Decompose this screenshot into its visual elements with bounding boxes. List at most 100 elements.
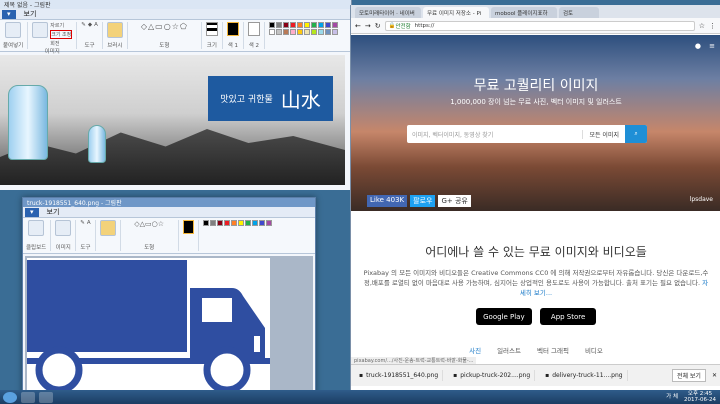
resize-button[interactable]: 크기 조정	[50, 30, 73, 39]
text2-icon[interactable]: A	[87, 220, 91, 226]
paint2-canvas[interactable]	[25, 256, 313, 394]
crop-button[interactable]: 자르기	[50, 22, 72, 29]
shapes-gallery[interactable]: ◇△▭○☆⬠	[141, 22, 188, 31]
shapes2-gallery[interactable]: ◇△▭○☆	[134, 220, 164, 228]
browser-tab[interactable]: 검토	[559, 7, 599, 18]
swatch[interactable]	[216, 220, 223, 226]
color2-button[interactable]	[247, 22, 260, 36]
swatch[interactable]	[268, 22, 275, 28]
swatch[interactable]	[209, 220, 216, 226]
browser-tab[interactable]: mobool 플레이지표하	[491, 7, 557, 18]
url-secure-label: 안전함	[395, 23, 411, 30]
brushes-button[interactable]	[106, 22, 123, 38]
menu-icon[interactable]: ⋮	[709, 22, 716, 30]
user-icon[interactable]: ●	[695, 42, 701, 50]
taskbar-app-icon[interactable]	[21, 391, 35, 403]
paste-button[interactable]	[5, 22, 22, 38]
swatch[interactable]	[282, 29, 289, 35]
color1b-button[interactable]	[182, 220, 194, 234]
forward-icon[interactable]: →	[365, 22, 371, 30]
browser-tab-active[interactable]: 무료 이미지 저장소 - Pi	[423, 7, 489, 18]
nav-photos[interactable]: 사진	[469, 345, 481, 355]
swatch[interactable]	[303, 22, 310, 28]
google-play-badge[interactable]: Google Play	[475, 308, 532, 325]
download-item[interactable]: ▪ truck-1918551_640.png	[355, 370, 444, 381]
rotate-button[interactable]: 회전	[50, 40, 72, 47]
paste2-button[interactable]	[28, 220, 45, 236]
size-button[interactable]	[205, 22, 218, 36]
brushes2-button[interactable]	[99, 220, 116, 236]
download-filename: delivery-truck-11....png	[552, 372, 623, 379]
swatch[interactable]	[296, 29, 303, 35]
clock[interactable]: 오후 2:45 2017-06-24	[684, 391, 716, 403]
swatch[interactable]	[265, 220, 272, 226]
reload-icon[interactable]: ↻	[375, 22, 381, 30]
app-store-badge[interactable]: App Store	[540, 308, 597, 325]
color2-label: 색 2	[248, 43, 260, 49]
menu-lines-icon[interactable]: ≡	[709, 42, 715, 50]
paint-canvas[interactable]: 맛있고 귀한물 山水	[0, 55, 345, 185]
swatch[interactable]	[324, 22, 331, 28]
swatch[interactable]	[310, 29, 317, 35]
tools2-icons: ✎ A	[80, 220, 90, 226]
group-clipboard: 붙여넣기	[3, 22, 29, 49]
back-icon[interactable]: ←	[355, 22, 361, 30]
taskbar-app-icon[interactable]	[39, 391, 53, 403]
download-item[interactable]: ▪ delivery-truck-11....png	[541, 370, 628, 381]
swatch[interactable]	[275, 29, 282, 35]
swatch[interactable]	[244, 220, 251, 226]
show-all-button[interactable]: 전체 보기	[671, 369, 706, 382]
swatch[interactable]	[317, 29, 324, 35]
start-button[interactable]	[3, 391, 17, 403]
star-icon[interactable]: ☆	[699, 22, 705, 30]
browser-tab[interactable]: 모토미래타이어 · 네이버	[355, 7, 421, 18]
pencil2-icon[interactable]: ✎	[80, 220, 85, 226]
twitter-follow-button[interactable]: 팔로우	[410, 195, 436, 207]
color1-button[interactable]	[226, 22, 239, 36]
paste-label: 붙여넣기	[3, 43, 24, 49]
swatch[interactable]	[324, 29, 331, 35]
text-icon[interactable]: A	[94, 22, 98, 28]
nav-illustrations[interactable]: 일러스트	[497, 345, 521, 355]
photo-credit[interactable]: lpsdave	[690, 196, 713, 203]
swatch[interactable]	[289, 22, 296, 28]
nav-vectors[interactable]: 벡터 그래픽	[537, 345, 569, 355]
swatch[interactable]	[303, 29, 310, 35]
fill-icon[interactable]: ◆	[88, 22, 92, 28]
swatch[interactable]	[331, 22, 338, 28]
swatch[interactable]	[317, 22, 324, 28]
ime-indicator[interactable]: 가 체	[666, 394, 678, 400]
swatch[interactable]	[237, 220, 244, 226]
swatch[interactable]	[202, 220, 209, 226]
swatch[interactable]	[331, 29, 338, 35]
select2-button[interactable]	[55, 220, 72, 236]
group-tools: ✎ ◆ A 도구	[81, 22, 103, 49]
search-icon[interactable]: ⌕	[625, 125, 647, 143]
tab-view[interactable]: 보기	[24, 9, 37, 19]
swatch[interactable]	[258, 220, 265, 226]
swatch[interactable]	[282, 22, 289, 28]
url-field[interactable]: 🔒 안전함 https://	[384, 20, 695, 31]
close-icon[interactable]: ✕	[712, 372, 717, 379]
select-button[interactable]	[32, 22, 49, 38]
swatch[interactable]	[296, 22, 303, 28]
search-type-select[interactable]: 모든 이미지	[582, 129, 625, 139]
swatch[interactable]	[230, 220, 237, 226]
nav-videos[interactable]: 비디오	[585, 345, 603, 355]
color-palette-2	[202, 220, 272, 251]
file-menu-button[interactable]: ▾	[2, 9, 16, 19]
search-input[interactable]: 이미지, 벡터이미지, 동영상 찾기	[407, 130, 582, 139]
swatch[interactable]	[310, 22, 317, 28]
swatch[interactable]	[289, 29, 296, 35]
swatch[interactable]	[251, 220, 258, 226]
file2-menu-button[interactable]: ▾	[25, 207, 39, 217]
pencil-icon[interactable]: ✎	[81, 22, 86, 28]
group2-image: 이미지	[55, 220, 77, 251]
google-share-button[interactable]: G+ 공유	[438, 195, 471, 207]
swatch[interactable]	[223, 220, 230, 226]
download-item[interactable]: ▪ pickup-truck-202....png	[449, 370, 536, 381]
tab2-view[interactable]: 보기	[47, 207, 60, 217]
facebook-like-button[interactable]: Like 403K	[367, 195, 408, 207]
swatch[interactable]	[275, 22, 282, 28]
swatch[interactable]	[268, 29, 275, 35]
